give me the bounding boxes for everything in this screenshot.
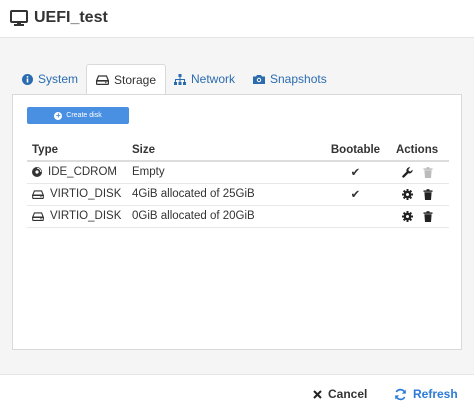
column-header-type: Type [27,139,127,162]
tab-system-label: System [38,72,79,86]
tab-storage-label: Storage [114,73,157,87]
disk-size: 4GiB allocated of 25GiB [126,183,326,206]
refresh-button[interactable]: Refresh [394,387,458,401]
refresh-label: Refresh [413,387,458,401]
wrench-icon[interactable] [401,167,413,178]
plus-circle-icon: + [54,110,63,120]
hdd-icon [32,211,44,221]
table-row: IDE_CDROM Empty ✔ [27,161,449,184]
disk-size: Empty [126,161,326,184]
trash-icon[interactable] [423,210,433,222]
tab-network-label: Network [191,72,236,86]
dialog-title: UEFI_test [34,9,108,26]
disk-type: VIRTIO_DISK [50,188,122,200]
disc-icon [32,167,42,178]
gear-icon[interactable] [401,188,413,200]
table-row: VIRTIO_DISK 4GiB allocated of 25GiB ✔ [27,183,449,206]
camera-icon [253,75,265,84]
disk-type: VIRTIO_DISK [50,210,122,222]
gear-icon[interactable] [401,210,413,222]
dialog-footer: Cancel Refresh [0,374,474,409]
actions-cell [385,183,449,206]
refresh-icon [395,388,406,400]
type-cell: IDE_CDROM [27,161,127,184]
type-cell: VIRTIO_DISK [27,183,127,206]
close-icon [313,389,322,399]
tab-network[interactable]: Network [174,64,235,94]
monitor-icon [10,10,28,26]
bootable-check [325,205,386,228]
cancel-label: Cancel [328,387,368,401]
type-cell: VIRTIO_DISK [27,205,127,228]
tab-snapshots[interactable]: Snapshots [253,64,327,94]
create-disk-label: Create disk [66,112,102,119]
actions-cell [385,161,449,184]
cancel-button[interactable]: Cancel [313,387,367,401]
hdd-icon [96,75,109,85]
trash-icon[interactable] [423,188,433,200]
actions-cell [385,205,449,228]
disk-table: Type Size Bootable Actions IDE_CDROM Emp… [27,139,449,228]
info-circle-icon [22,73,33,85]
hdd-icon [32,189,44,199]
tab-storage[interactable]: Storage [86,64,167,95]
table-row: VIRTIO_DISK 0GiB allocated of 20GiB [27,205,449,228]
column-header-bootable: Bootable [325,139,386,162]
sitemap-icon [174,73,186,85]
trash-icon[interactable] [423,166,433,178]
disk-type: IDE_CDROM [48,166,118,179]
bootable-check: ✔ [325,183,386,206]
table-header-row: Type Size Bootable Actions [27,139,449,162]
create-disk-button[interactable]: + Create disk [27,107,129,124]
dialog-header: UEFI_test [0,0,474,38]
column-header-actions: Actions [385,139,449,162]
column-header-size: Size [126,139,326,162]
disk-size: 0GiB allocated of 20GiB [126,205,326,228]
storage-panel: + Create disk Type Size Bootable Actions [12,94,462,350]
tab-system[interactable]: System [22,64,78,94]
tab-snapshots-label: Snapshots [270,72,327,86]
bootable-check: ✔ [325,161,386,184]
